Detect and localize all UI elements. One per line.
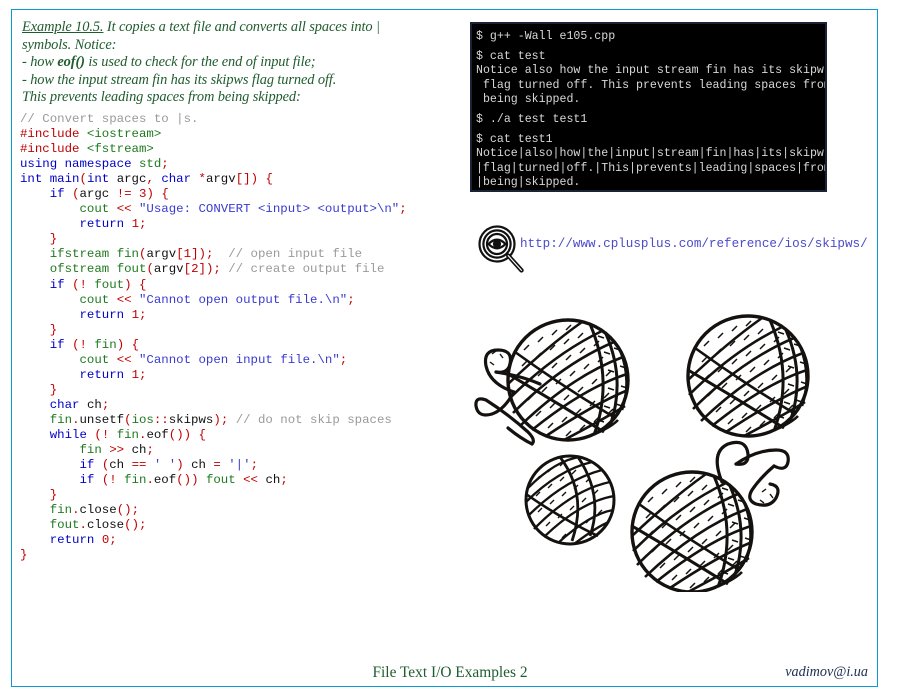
code-line: int main(int argc, char *argv[]) { (20, 172, 273, 187)
yarn-ball-3 (524, 454, 616, 546)
code-line: } (49, 322, 58, 337)
reference-link-row: http://www.cplusplus.com/reference/ios/s… (474, 222, 868, 280)
code-line: } (49, 488, 58, 503)
code-line: fin.close(); (49, 503, 139, 518)
code-line: cout << "Cannot open output file.\n"; (79, 292, 355, 307)
code-line: return 1; (79, 367, 147, 382)
code-listing: // Convert spaces to |s. #include <iostre… (20, 112, 450, 563)
code-line: if (! fin.eof()) fout << ch; (79, 473, 288, 488)
yarn-balls-drawing (474, 314, 810, 592)
eye-pupil (492, 239, 502, 249)
yarn-ball-4 (630, 440, 790, 592)
yarn-ball-1 (474, 318, 630, 446)
code-line: if (ch == ' ') ch = '|'; (79, 458, 259, 473)
code-line: while (! fin.eof()) { (49, 427, 206, 442)
example-label: Example 10.5. (22, 19, 104, 35)
lead-line-2: symbols. Notice: (22, 36, 117, 53)
terminal-window: $ g++ -Wall e105.cpp $ cat test Notice als… (470, 22, 827, 192)
terminal-line: Notice also how the input stream fin has… (476, 64, 827, 78)
terminal-line: $ cat test (476, 50, 546, 64)
code-line: fout.close(); (49, 518, 147, 533)
terminal-line: $ cat test1 (476, 133, 553, 147)
code-line: if (argc != 3) { (49, 187, 169, 202)
code-line: } (49, 232, 58, 247)
code-line: if (! fin) { (49, 337, 139, 352)
lead-line-3: - how eof() is used to check for the end… (22, 54, 440, 72)
lead-line-1: Example 10.5. It copies a text file and … (22, 19, 440, 37)
cplusplus-skipws-link[interactable]: http://www.cplusplus.com/reference/ios/s… (520, 237, 868, 251)
code-line: return 0; (49, 533, 117, 548)
code-line: using namespace std; (20, 157, 169, 172)
yarn-thread-loop-3 (715, 440, 750, 484)
code-line: fin.unsetf(ios::skipws); // do not skip … (49, 412, 392, 427)
code-line: ofstream fout(argv[2]); // create output… (49, 262, 385, 277)
lead-line-3-pre: - how (22, 54, 58, 71)
slide-canvas: Example 10.5. It copies a text file and … (0, 0, 900, 700)
eof-emphasis: eof() (57, 54, 85, 71)
magnifier-handle-highlight (507, 255, 523, 271)
code-line: ifstream fin(argv[1]); // open input fil… (49, 247, 363, 262)
terminal-line: |being|skipped. (476, 175, 581, 189)
terminal-line: Notice|also|how|the|input|stream|fin|has… (476, 147, 827, 161)
code-line: } (20, 548, 28, 563)
footer-email: vadimov@i.ua (785, 664, 868, 680)
code-line: #include <fstream> (20, 142, 154, 157)
lead-paragraph: Example 10.5. It copies a text file and … (22, 19, 440, 107)
code-line: cout << "Usage: CONVERT <input> <output>… (79, 202, 407, 217)
yarn-ball-2 (686, 314, 810, 438)
terminal-line: $ ./a test test1 (476, 113, 588, 127)
code-line: // Convert spaces to |s. (20, 112, 199, 126)
lead-line-1-rest: It copies a text file and converts all s… (103, 19, 380, 35)
code-line: cout << "Cannot open input file.\n"; (79, 352, 348, 367)
code-line: fin >> ch; (79, 443, 154, 458)
terminal-line: |flag|turned|off.|This|prevents|leading|… (476, 161, 827, 175)
lead-line-3-post: is used to check for the end of input fi… (84, 54, 316, 71)
lead-line-4: - how the input stream fin has its skipw… (22, 71, 337, 88)
terminal-line: being skipped. (476, 92, 581, 106)
terminal-line: flag turned off. This prevents leading s… (476, 78, 827, 92)
yarn-thread-loop-4 (748, 464, 780, 507)
code-line: char ch; (49, 397, 110, 412)
code-line: if (! fout) { (49, 277, 147, 292)
lead-line-5: This prevents leading spaces from being … (22, 89, 301, 106)
code-line: return 1; (79, 217, 147, 232)
terminal-line: $ g++ -Wall e105.cpp (476, 30, 616, 43)
code-line: return 1; (79, 307, 147, 322)
code-line: #include <iostream> (20, 127, 162, 142)
code-line: } (49, 382, 58, 397)
footer-title: File Text I/O Examples 2 (372, 664, 528, 681)
